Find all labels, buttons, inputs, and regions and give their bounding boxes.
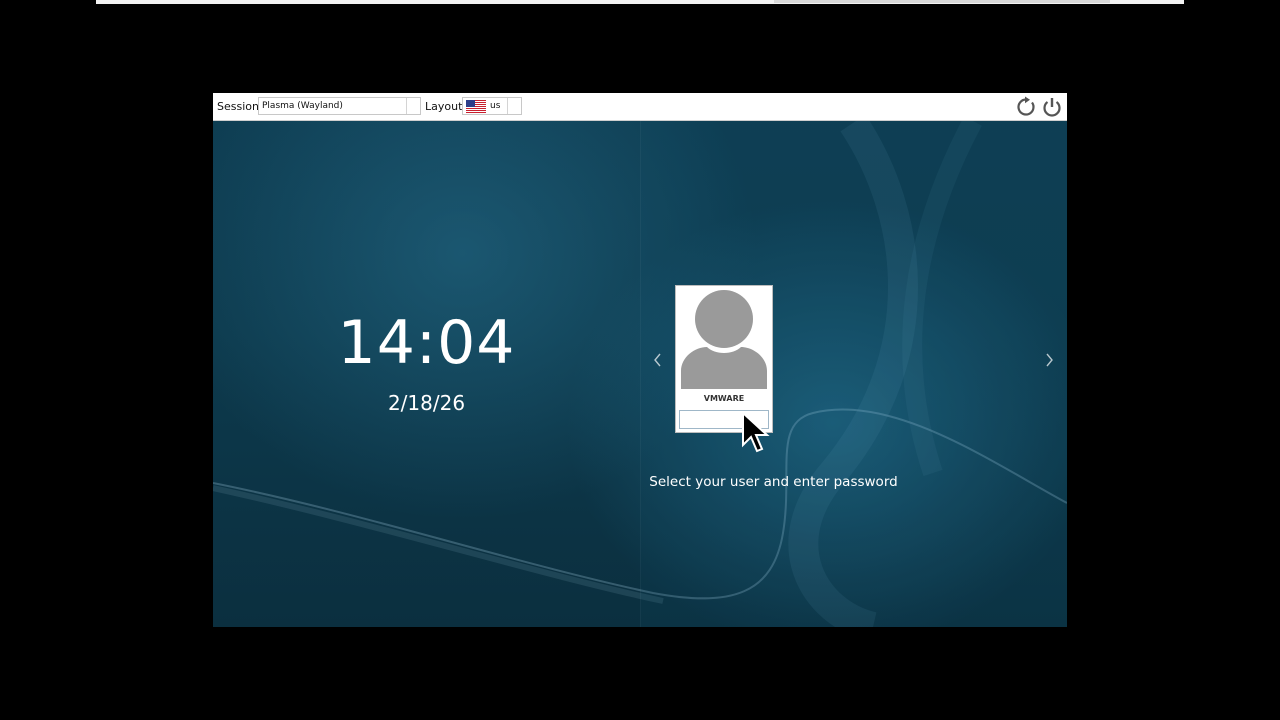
clock-date: 2/18/26 (387, 391, 466, 415)
session-label: Session (217, 100, 259, 113)
session-value: Plasma (Wayland) (262, 101, 343, 111)
session-dropdown-arrow (406, 98, 420, 114)
layout-label: Layout (425, 100, 463, 113)
vm-screen: Session Plasma (Wayland) Layout us 14:04… (213, 93, 1067, 627)
layout-value: us (490, 101, 501, 111)
chevron-right-icon[interactable] (1042, 351, 1056, 369)
mouse-cursor-icon (742, 411, 770, 453)
host-strip-segment (774, 0, 1110, 3)
user-name: VMWARE (703, 394, 745, 403)
reboot-icon[interactable] (1015, 96, 1037, 118)
layout-select[interactable]: us (462, 97, 522, 115)
chevron-left-icon[interactable] (651, 351, 665, 369)
power-icon[interactable] (1041, 96, 1063, 118)
host-top-strip (96, 0, 1184, 4)
session-select[interactable]: Plasma (Wayland) (258, 97, 421, 115)
login-hint: Select your user and enter password (649, 474, 898, 490)
us-flag-icon (466, 100, 486, 113)
clock-time: 14:04 (337, 308, 516, 378)
layout-dropdown-arrow (507, 98, 521, 114)
greeter-top-bar: Session Plasma (Wayland) Layout us (213, 93, 1067, 121)
user-avatar-icon (681, 290, 767, 389)
